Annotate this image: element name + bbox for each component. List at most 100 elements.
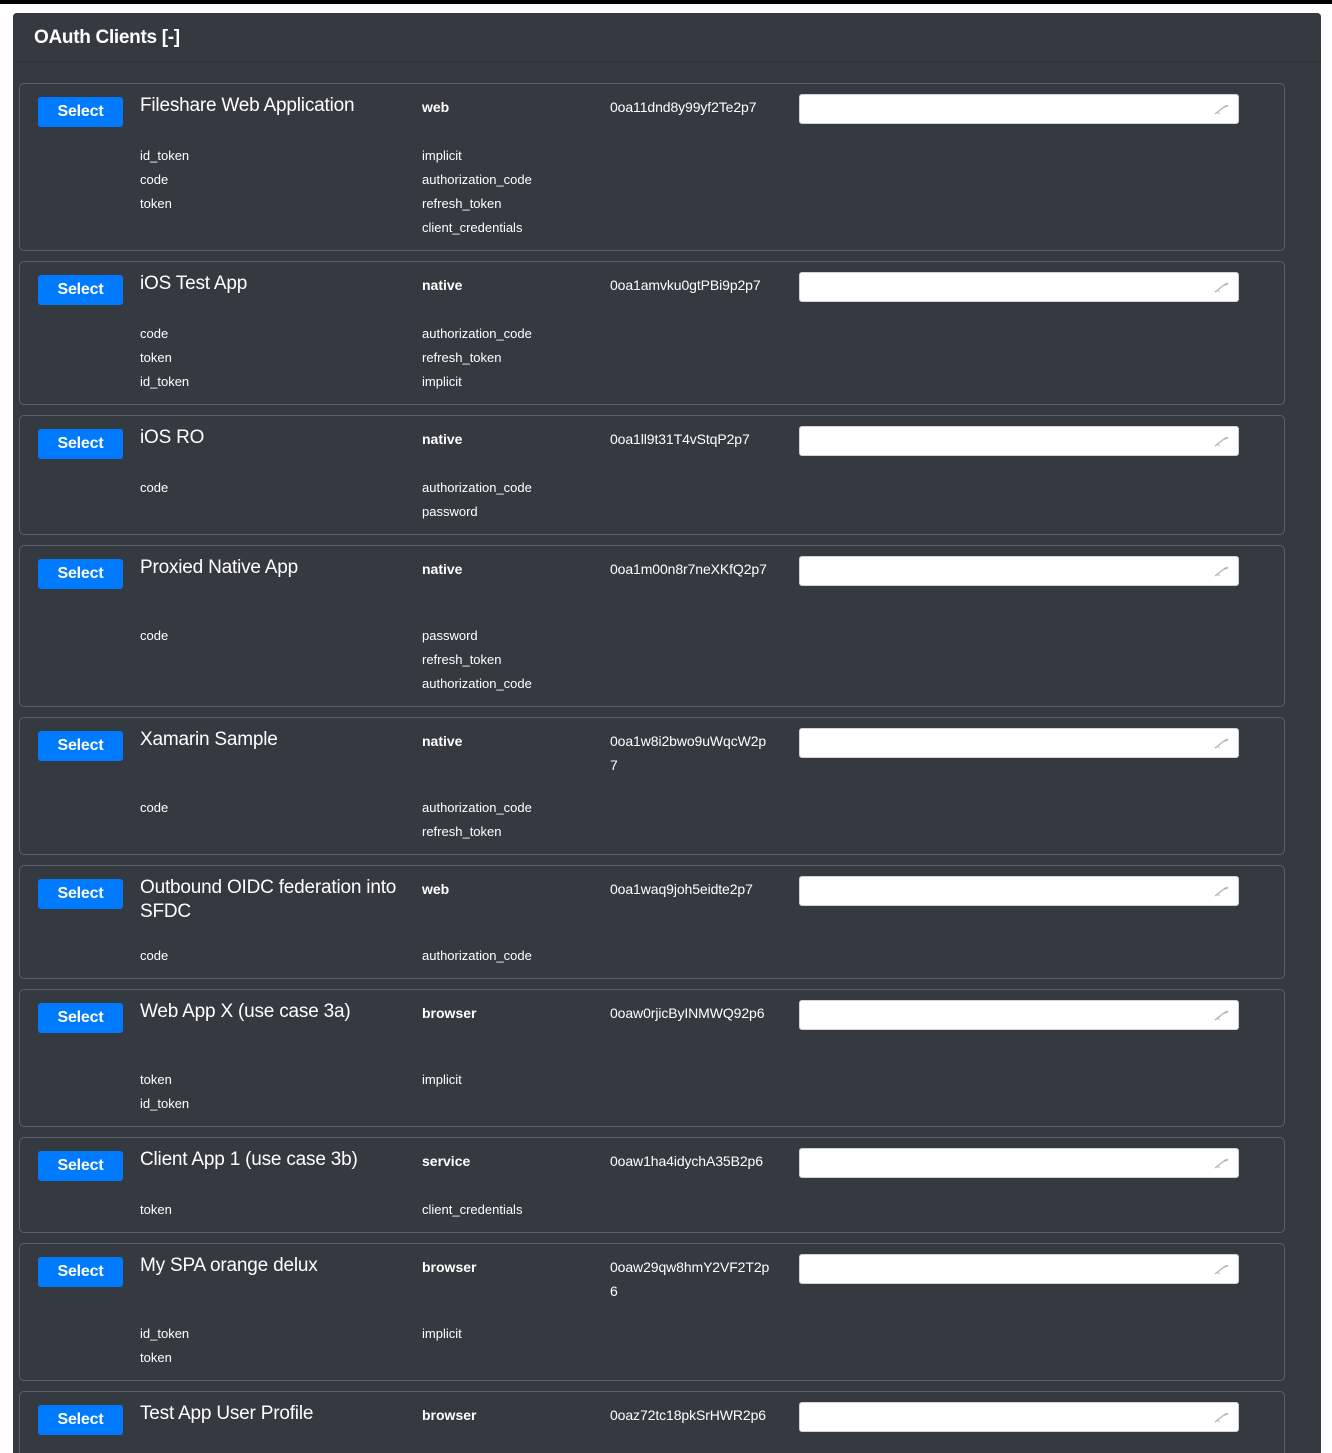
key-icon[interactable] xyxy=(1213,562,1231,580)
client-secret-field xyxy=(799,876,1239,906)
client-type: native xyxy=(422,733,463,749)
response-type-item: id_token xyxy=(140,374,190,389)
key-icon[interactable] xyxy=(1213,1006,1231,1024)
client-type: browser xyxy=(422,1005,477,1021)
client-name: Web App X (use case 3a) xyxy=(140,1001,351,1022)
client-secret-input[interactable] xyxy=(799,1402,1239,1432)
response-type-item: token xyxy=(140,350,172,365)
select-client-button[interactable]: Select xyxy=(38,1003,123,1033)
response-types-list: token id_token xyxy=(140,1068,189,1116)
grant-type-item: client_credentials xyxy=(422,220,523,235)
client-name: iOS Test App xyxy=(140,273,248,294)
key-icon[interactable] xyxy=(1213,882,1231,900)
response-type-item: code xyxy=(140,172,169,187)
client-id: 0oaw0rjicByINMWQ92p6 xyxy=(610,1005,765,1021)
client-card: Select My SPA orange delux browser 0oaw29qw… xyxy=(19,1243,1285,1381)
key-icon[interactable] xyxy=(1213,1154,1231,1172)
grant-types-list: authorization_code xyxy=(422,944,532,968)
client-id: 0oa1ll9t31T4vStqP2p7 xyxy=(610,431,750,447)
client-type: native xyxy=(422,561,463,577)
grant-type-item: refresh_token xyxy=(422,652,502,667)
response-type-item: token xyxy=(140,196,172,211)
client-secret-input[interactable] xyxy=(799,426,1239,456)
select-client-button[interactable]: Select xyxy=(38,429,123,459)
client-secret-input[interactable] xyxy=(799,556,1239,586)
response-type-item: token xyxy=(140,1202,172,1217)
client-id: 0oaw1ha4idychA35B2p6 xyxy=(610,1153,763,1169)
key-icon[interactable] xyxy=(1213,1408,1231,1426)
grant-type-item: authorization_code xyxy=(422,326,532,341)
client-type: browser xyxy=(422,1259,477,1275)
select-client-button[interactable]: Select xyxy=(38,879,123,909)
client-card: Select Web App X (use case 3a) browser 0oaw… xyxy=(19,989,1285,1127)
client-secret-input[interactable] xyxy=(799,1148,1239,1178)
grant-types-list: implicit xyxy=(422,1068,462,1092)
client-secret-field xyxy=(799,728,1239,758)
client-card: Select iOS RO native 0oa1ll9t31T4vStqP2p7 co… xyxy=(19,415,1285,535)
response-type-item: id_token xyxy=(140,148,190,163)
select-client-button[interactable]: Select xyxy=(38,97,123,127)
grant-type-item: refresh_token xyxy=(422,196,502,211)
client-secret-input[interactable] xyxy=(799,876,1239,906)
response-type-item: token xyxy=(140,1350,172,1365)
client-list[interactable]: Select Fileshare Web Application web 0oa11d… xyxy=(13,63,1321,1453)
grant-type-item: password xyxy=(422,628,478,643)
key-icon[interactable] xyxy=(1213,100,1231,118)
response-types-list: code xyxy=(140,476,168,500)
select-client-button[interactable]: Select xyxy=(38,731,123,761)
client-secret-input[interactable] xyxy=(799,272,1239,302)
key-icon[interactable] xyxy=(1213,1260,1231,1278)
select-client-button[interactable]: Select xyxy=(38,1257,123,1287)
response-types-list: id_tokentoken xyxy=(140,1322,189,1370)
response-types-list: code xyxy=(140,624,168,648)
client-secret-input[interactable] xyxy=(799,1254,1239,1284)
grant-type-item: implicit xyxy=(422,148,462,163)
client-type: native xyxy=(422,277,463,293)
response-types-list: code xyxy=(140,944,168,968)
client-card: Select Proxied Native App native 0oa1m00n8r… xyxy=(19,545,1285,707)
select-client-button[interactable]: Select xyxy=(38,275,123,305)
grant-type-item: implicit xyxy=(422,1326,462,1341)
client-name: iOS RO xyxy=(140,427,205,448)
grant-type-item: implicit xyxy=(422,1072,462,1087)
client-secret-field xyxy=(799,556,1239,586)
client-card: Select Outbound OIDC federation into SFDC… xyxy=(19,865,1285,979)
response-types-list: id_tokencode token xyxy=(140,144,189,216)
grant-type-item: refresh_token xyxy=(422,824,502,839)
grant-types-list: authorization_code password xyxy=(422,476,532,524)
client-secret-input[interactable] xyxy=(799,728,1239,758)
response-type-item: code xyxy=(140,948,169,963)
client-secret-input[interactable] xyxy=(799,94,1239,124)
panel-title-toggle[interactable]: OAuth Clients [-] xyxy=(34,27,180,49)
grant-types-list: authorization_code refresh_token xyxy=(422,796,532,844)
response-type-item: code xyxy=(140,326,169,341)
client-id: 0oaw29qw8hmY2VF2T2p6 xyxy=(610,1259,770,1299)
grant-type-item: password xyxy=(422,504,478,519)
key-icon[interactable] xyxy=(1213,734,1231,752)
oauth-clients-panel: OAuth Clients [-] Select Fileshare Web Ap… xyxy=(13,13,1321,1453)
client-name: My SPA orange delux xyxy=(140,1255,318,1276)
select-client-button[interactable]: Select xyxy=(38,1405,123,1435)
client-secret-field xyxy=(799,1402,1239,1432)
response-types-list: code token id_token xyxy=(140,322,189,394)
client-id: 0oaz72tc18pkSrHWR2p6 xyxy=(610,1407,766,1423)
select-client-button[interactable]: Select xyxy=(38,1151,123,1181)
client-type: browser xyxy=(422,1407,477,1423)
key-icon[interactable] xyxy=(1213,278,1231,296)
client-card: Select Xamarin Sample native 0oa1w8i2bwo9uW… xyxy=(19,717,1285,855)
select-client-button[interactable]: Select xyxy=(38,559,123,589)
client-name: Test App User Profile xyxy=(140,1403,314,1424)
key-icon[interactable] xyxy=(1213,432,1231,450)
client-name: Fileshare Web Application xyxy=(140,95,355,116)
response-types-list: token xyxy=(140,1198,172,1222)
grant-type-item: authorization_code xyxy=(422,172,532,187)
client-name: Xamarin Sample xyxy=(140,729,278,750)
client-name: Outbound OIDC federation into SFDC xyxy=(140,877,397,922)
grant-type-item: authorization_code xyxy=(422,480,532,495)
response-type-item: id_token xyxy=(140,1326,190,1341)
grant-types-list: implicit xyxy=(422,1322,462,1346)
top-border xyxy=(0,0,1332,4)
response-type-item: token xyxy=(140,1072,172,1087)
client-secret-input[interactable] xyxy=(799,1000,1239,1030)
grant-types-list: authorization_code refresh_token implicit xyxy=(422,322,532,394)
